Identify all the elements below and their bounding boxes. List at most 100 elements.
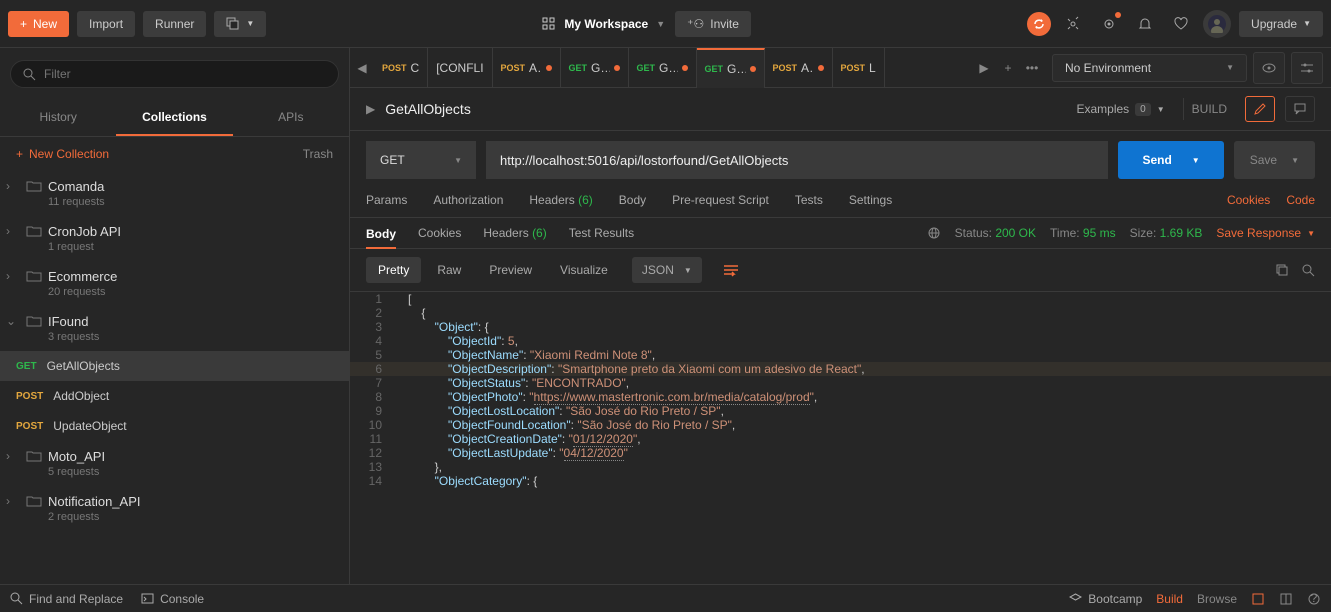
tab-apis[interactable]: APIs — [233, 100, 349, 136]
sync-icon — [1032, 17, 1046, 31]
resptab-body[interactable]: Body — [366, 227, 396, 249]
new-collection-button[interactable]: + New Collection — [16, 147, 109, 161]
search-icon — [23, 68, 36, 81]
capture-button[interactable] — [1059, 10, 1087, 38]
comment-button[interactable] — [1285, 96, 1315, 122]
environment-settings-button[interactable] — [1291, 52, 1323, 84]
edit-button[interactable] — [1245, 96, 1275, 122]
window-icon — [226, 17, 240, 31]
tab-scroll-right[interactable]: ▶ — [972, 61, 996, 75]
url-input[interactable] — [500, 153, 1094, 168]
pane-single-icon — [1251, 592, 1265, 606]
request-item[interactable]: POSTUpdateObject — [0, 411, 349, 441]
response-code-view[interactable]: 1[2 {3 "Object": {4 "ObjectId": 5,5 "Obj… — [350, 292, 1331, 584]
collapse-caret[interactable]: ▶ — [366, 102, 375, 116]
cookies-link[interactable]: Cookies — [1227, 193, 1270, 207]
footer-build-button[interactable]: Build — [1156, 592, 1183, 606]
workspace-selector[interactable]: My Workspace ▼ — [542, 17, 665, 31]
save-response-button[interactable]: Save Response ▼ — [1216, 226, 1315, 240]
format-selector[interactable]: JSON ▼ — [632, 257, 702, 283]
wrap-button[interactable] — [714, 259, 748, 281]
new-tab-button[interactable]: + — [996, 61, 1020, 75]
satellite-icon — [1065, 16, 1081, 32]
subtab-prerequest[interactable]: Pre-request Script — [672, 193, 769, 207]
url-row: GET ▼ Send ▼ Save ▼ — [350, 131, 1331, 189]
pane-single-button[interactable] — [1251, 592, 1265, 606]
search-response-button[interactable] — [1301, 263, 1315, 277]
notifications-button[interactable] — [1131, 10, 1159, 38]
request-tab[interactable]: POSTC — [374, 48, 428, 88]
collection-item[interactable]: ›Comanda11 requests — [0, 171, 349, 216]
copy-icon — [1275, 263, 1289, 277]
subtab-headers[interactable]: Headers (6) — [529, 193, 592, 207]
request-tab[interactable]: [CONFLI — [428, 48, 492, 88]
chevron-icon: › — [6, 224, 20, 238]
subtab-authorization[interactable]: Authorization — [433, 193, 503, 207]
sync-button[interactable] — [1027, 12, 1051, 36]
console-button[interactable]: Console — [141, 592, 204, 606]
folder-icon — [26, 314, 42, 328]
examples-dropdown[interactable]: Examples 0 ▼ — [1076, 102, 1164, 116]
settings-button[interactable] — [1095, 10, 1123, 38]
send-button[interactable]: Send ▼ — [1118, 141, 1223, 179]
pane-split-button[interactable] — [1279, 592, 1293, 606]
filter-input-wrap[interactable] — [10, 60, 339, 88]
folder-icon — [26, 224, 42, 238]
filter-input[interactable] — [44, 67, 326, 81]
window-menu-button[interactable]: ▼ — [214, 11, 266, 37]
request-tab[interactable]: GETG... — [629, 48, 697, 88]
subtab-params[interactable]: Params — [366, 193, 407, 207]
copy-button[interactable] — [1275, 263, 1289, 277]
subtab-body[interactable]: Body — [619, 193, 646, 207]
favorite-button[interactable] — [1167, 10, 1195, 38]
tab-collections[interactable]: Collections — [116, 100, 232, 136]
environment-selector[interactable]: No Environment ▼ — [1052, 54, 1247, 82]
bootcamp-button[interactable]: Bootcamp — [1069, 592, 1142, 606]
tab-scroll-left[interactable]: ◀ — [350, 61, 374, 75]
trash-button[interactable]: Trash — [303, 147, 333, 161]
tab-label: [CONFLI — [436, 61, 483, 75]
viewtab-visualize[interactable]: Visualize — [548, 257, 620, 283]
globe-icon[interactable] — [927, 226, 941, 240]
collection-item[interactable]: ›CronJob API1 request — [0, 216, 349, 261]
time-meta: Time: 95 ms — [1050, 226, 1116, 240]
help-button[interactable]: ? — [1307, 592, 1321, 606]
tab-history[interactable]: History — [0, 100, 116, 136]
runner-button[interactable]: Runner — [143, 11, 206, 37]
tab-label: C — [411, 61, 420, 75]
collection-item[interactable]: ›Ecommerce20 requests — [0, 261, 349, 306]
collection-item[interactable]: ›Moto_API5 requests — [0, 441, 349, 486]
collection-item[interactable]: ›Notification_API2 requests — [0, 486, 349, 531]
request-item[interactable]: POSTAddObject — [0, 381, 349, 411]
resptab-tests[interactable]: Test Results — [569, 226, 634, 240]
viewtab-pretty[interactable]: Pretty — [366, 257, 421, 283]
account-button[interactable] — [1203, 10, 1231, 38]
import-button[interactable]: Import — [77, 11, 135, 37]
request-item[interactable]: GETGetAllObjects — [0, 351, 349, 381]
url-input-wrap[interactable] — [486, 141, 1108, 179]
request-tab[interactable]: POSTA.. — [493, 48, 561, 88]
save-button[interactable]: Save ▼ — [1234, 141, 1315, 179]
invite-button[interactable]: ⁺⚇ Invite — [675, 11, 751, 37]
upgrade-button[interactable]: Upgrade ▼ — [1239, 11, 1323, 37]
viewtab-raw[interactable]: Raw — [425, 257, 473, 283]
code-link[interactable]: Code — [1286, 193, 1315, 207]
new-button[interactable]: + New — [8, 11, 69, 37]
subtab-settings[interactable]: Settings — [849, 193, 892, 207]
subtab-tests[interactable]: Tests — [795, 193, 823, 207]
request-tab[interactable]: POSTA.. — [765, 48, 833, 88]
find-replace-button[interactable]: Find and Replace — [10, 592, 123, 606]
collection-item[interactable]: ⌄IFound3 requests — [0, 306, 349, 351]
request-tab[interactable]: POSTL — [833, 48, 885, 88]
environment-preview-button[interactable] — [1253, 52, 1285, 84]
resptab-cookies[interactable]: Cookies — [418, 226, 461, 240]
footer-browse-button[interactable]: Browse — [1197, 592, 1237, 606]
request-tab[interactable]: GETG... — [697, 48, 765, 88]
tab-menu-button[interactable]: ••• — [1020, 61, 1044, 75]
request-tab[interactable]: GETG... — [561, 48, 629, 88]
viewtab-preview[interactable]: Preview — [477, 257, 544, 283]
resptab-headers[interactable]: Headers (6) — [483, 226, 546, 240]
code-line: 1[ — [350, 292, 1331, 306]
method-selector[interactable]: GET ▼ — [366, 141, 476, 179]
invite-label: Invite — [710, 17, 739, 31]
